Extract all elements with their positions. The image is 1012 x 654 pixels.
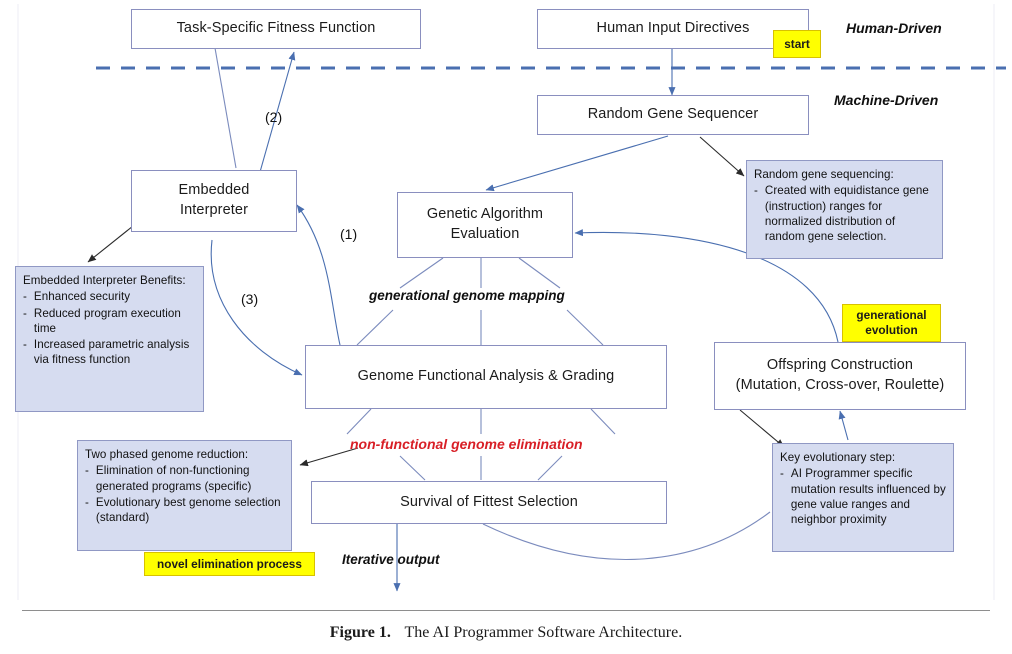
node-label: Random Gene Sequencer (587, 106, 759, 123)
label-text: non-functional genome elimination (350, 436, 583, 452)
note-two-phased-genome-reduction: Two phased genome reduction: - Eliminatio… (77, 440, 292, 551)
edge-label-2: (2) (265, 109, 282, 125)
bullet-dash: - (85, 495, 89, 509)
note-bullet: - Evolutionary best genome selection (sta… (85, 495, 284, 526)
node-label: Genome Functional Analysis & Grading (357, 368, 615, 385)
node-label: Human Input Directives (596, 20, 750, 37)
bullet-text: AI Programmer specific mutation results … (790, 467, 946, 527)
node-offspring-construction[interactable]: Offspring Construction (Mutation, Cross-… (714, 342, 966, 410)
node-embedded-interpreter[interactable]: Embedded Interpreter (131, 170, 297, 232)
label-generational-genome-mapping: generational genome mapping (369, 288, 565, 303)
note-bullets: - Created with equidistance gene (instruc… (754, 183, 935, 244)
badge-label: generational evolution (856, 308, 927, 337)
edge-label-3: (3) (241, 291, 258, 307)
bullet-dash: - (23, 338, 27, 352)
note-bullet: - AI Programmer specific mutation results… (780, 466, 946, 527)
label-text: Iterative output (342, 552, 440, 567)
badge-start: start (773, 30, 821, 58)
note-bullets: - AI Programmer specific mutation results… (780, 466, 946, 527)
node-label: Task-Specific Fitness Function (176, 20, 376, 37)
bullet-text: Enhanced security (33, 290, 131, 304)
badge-label: novel elimination process (157, 556, 302, 571)
bullet-text: Created with equidistance gene (instruct… (764, 184, 929, 244)
node-label: Offspring Construction (Mutation, Cross-… (735, 357, 945, 393)
node-human-input-directives[interactable]: Human Input Directives (537, 9, 809, 49)
bullet-text: Evolutionary best genome selection (stan… (95, 495, 281, 525)
note-title: Random gene sequencing: (754, 168, 894, 181)
node-label: Genetic Algorithm Evaluation (426, 206, 544, 242)
lane-label-human-driven: Human-Driven (846, 20, 942, 36)
bullet-text: Increased parametric analysis via fitnes… (33, 338, 190, 367)
label-non-functional-genome-elimination: non-functional genome elimination (350, 436, 583, 452)
note-embedded-interpreter-benefits: Embedded Interpreter Benefits: - Enhanced… (15, 266, 204, 412)
note-bullet: - Enhanced security (23, 289, 196, 304)
badge-label: start (784, 36, 810, 51)
note-key-evolutionary-step: Key evolutionary step: - AI Programmer sp… (772, 443, 954, 552)
caption-divider (22, 610, 990, 611)
caption-text: The AI Programmer Software Architecture. (404, 624, 683, 641)
edge-label-text: (1) (340, 226, 358, 242)
bullet-text: Elimination of non-functioning generated… (95, 464, 252, 493)
note-bullets: - Elimination of non-functioning generate… (85, 463, 284, 525)
label-iterative-output: Iterative output (342, 552, 440, 567)
note-bullet: - Created with equidistance gene (instruc… (754, 183, 935, 244)
note-bullet: - Increased parametric analysis via fitne… (23, 337, 196, 368)
note-bullet: - Elimination of non-functioning generate… (85, 463, 284, 494)
node-survival-of-fittest-selection[interactable]: Survival of Fittest Selection (311, 481, 667, 524)
figure-canvas: Task-Specific Fitness Function Human Inp… (0, 0, 1012, 654)
lane-label-machine-driven: Machine-Driven (834, 92, 938, 108)
bullet-dash: - (780, 467, 784, 481)
note-bullet: - Reduced program execution time (23, 306, 196, 337)
bullet-dash: - (85, 464, 89, 478)
edge-label-text: (2) (265, 109, 283, 125)
note-title: Key evolutionary step: (780, 451, 896, 464)
node-genetic-algorithm-evaluation[interactable]: Genetic Algorithm Evaluation (397, 192, 573, 258)
node-random-gene-sequencer[interactable]: Random Gene Sequencer (537, 95, 809, 135)
badge-generational-evolution: generational evolution (842, 304, 941, 342)
figure-caption: Figure 1. The AI Programmer Software Arc… (0, 624, 1012, 642)
bullet-dash: - (23, 290, 27, 304)
note-random-gene-sequencing: Random gene sequencing: - Created with eq… (746, 160, 943, 259)
note-title: Embedded Interpreter Benefits: (23, 274, 186, 287)
caption-label: Figure 1. (329, 624, 391, 641)
node-task-specific-fitness-function[interactable]: Task-Specific Fitness Function (131, 9, 421, 49)
note-title: Two phased genome reduction: (85, 448, 249, 461)
badge-novel-elimination-process: novel elimination process (144, 552, 315, 576)
edge-label-text: (3) (241, 291, 259, 307)
label-text: generational genome mapping (369, 288, 565, 303)
lane-label-text: Human-Driven (846, 20, 942, 36)
edge-label-1: (1) (340, 226, 357, 242)
bullet-text: Reduced program execution time (33, 306, 181, 335)
note-bullets: - Enhanced security - Reduced program exec… (23, 289, 196, 367)
node-genome-functional-analysis[interactable]: Genome Functional Analysis & Grading (305, 345, 667, 409)
node-label: Embedded Interpreter (178, 182, 250, 218)
node-label: Survival of Fittest Selection (400, 493, 578, 510)
lane-label-text: Machine-Driven (834, 92, 939, 108)
bullet-dash: - (754, 184, 758, 198)
bullet-dash: - (23, 306, 27, 320)
